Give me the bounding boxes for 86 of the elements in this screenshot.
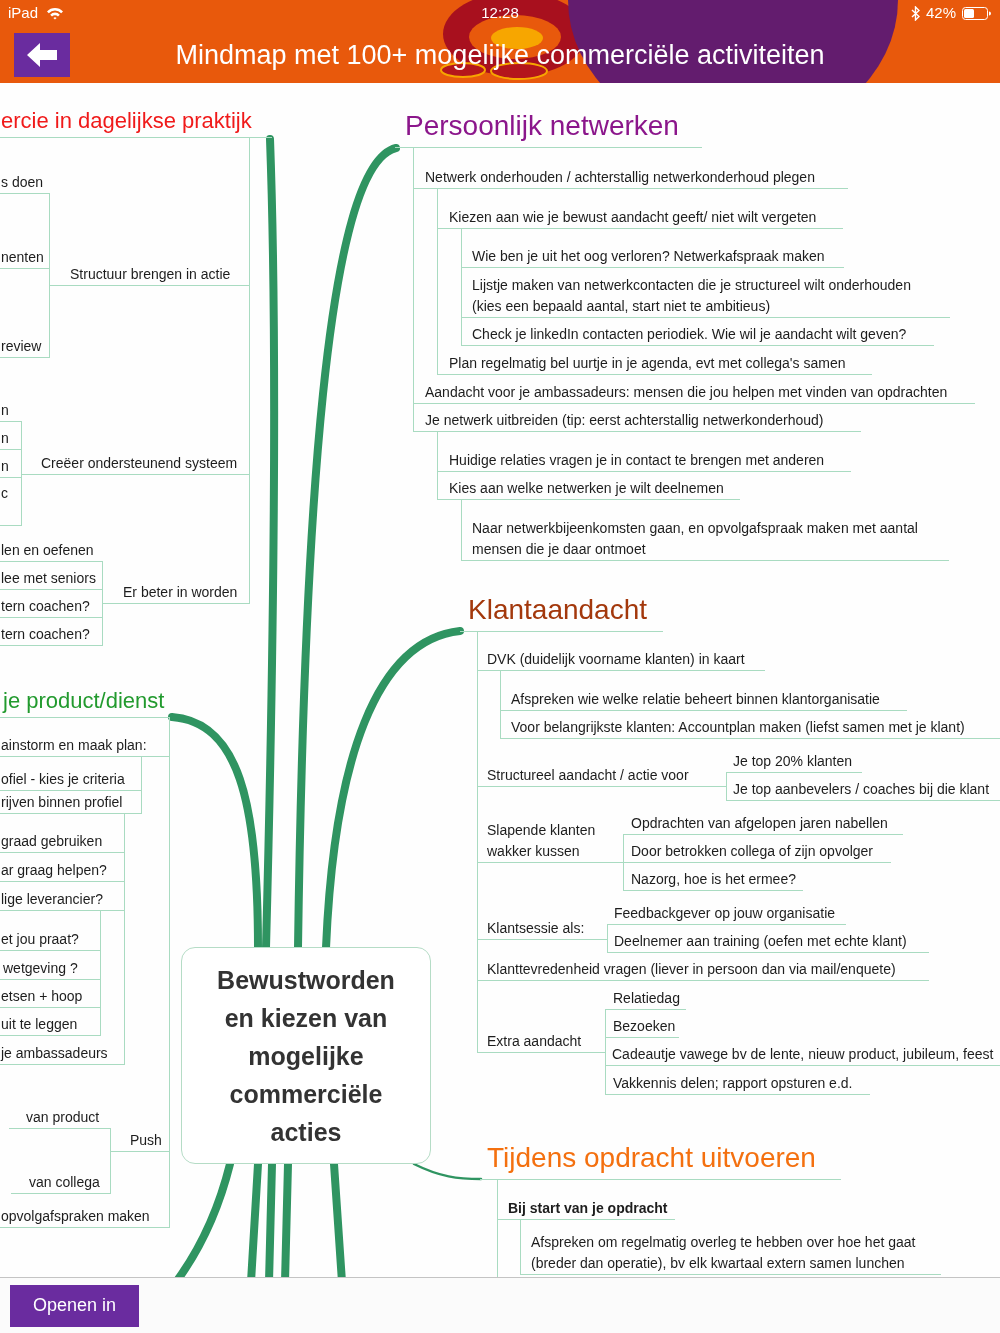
- topic-label: DVK (duidelijk voorname klanten) in kaart: [477, 649, 765, 671]
- topic-label: Lijstje maken van netwerkcontacten die je structureel wilt onderhouden (kies een bepaald aantal, start niet te ambitieus): [461, 275, 950, 318]
- branch-title: ercie in dagelijkse praktijk: [0, 107, 272, 138]
- branch-connector: [412, 1162, 483, 1181]
- topic-label: n: [0, 400, 22, 422]
- back-button[interactable]: [14, 32, 70, 77]
- topic-label: Naar netwerkbijeenkomsten gaan, en opvolgafspraak maken met aantal mensen die je daar ontmoet: [461, 518, 949, 561]
- topic-label: Netwerk onderhouden / achterstallig netwerkonderhoud plegen: [413, 167, 848, 189]
- topic-label: ofiel - kies je criteria: [0, 769, 142, 791]
- topic-label: rijven binnen profiel: [0, 792, 142, 814]
- branch-title: je product/dienst: [0, 687, 170, 718]
- topic-label: Er beter in worden: [103, 582, 250, 604]
- topic-label: Check je linkedIn contacten periodiek. Wie wil je aandacht wilt geven?: [461, 324, 934, 346]
- topic-label: n: [0, 428, 22, 450]
- topic-label: Relatiedag: [605, 988, 686, 1010]
- topic-label: Klanttevredenheid vragen (liever in persoon dan via mail/enquete): [477, 959, 929, 981]
- topic-label: Afspreken wie welke relatie beheert binnen klantorganisatie: [500, 689, 907, 711]
- topic-label: Bezoeken: [605, 1016, 679, 1038]
- topic-label: wetgeving ?: [0, 958, 101, 980]
- topic-label: Aandacht voor je ambassadeurs: mensen die jou helpen met vinden van opdrachten: [413, 382, 975, 404]
- connector-line: [110, 1128, 111, 1194]
- topic-label: van product: [9, 1107, 111, 1129]
- topic-label: Je top aanbevelers / coaches bij die klant: [726, 779, 1000, 801]
- topic-label: Structureel aandacht / actie voor: [477, 765, 726, 787]
- connector-line: [437, 431, 438, 500]
- bluetooth-icon: [910, 5, 920, 21]
- topic-label: etsen + hoop: [0, 986, 101, 1008]
- topic-label: Kiezen aan wie je bewust aandacht geeft/ niet wilt vergeten: [437, 207, 843, 229]
- topic-label: ainstorm en maak plan:: [0, 735, 170, 757]
- topic-label: Extra aandacht: [477, 1031, 605, 1053]
- topic-label: Deelnemer aan training (oefen met echte klant): [607, 931, 929, 953]
- topic-label: je ambassadeurs: [0, 1043, 125, 1065]
- topic-label: Afspreken om regelmatig overleg te hebben over hoe het gaat (breder dan operatie), bv elk kwartaal extern samen lunchen: [520, 1232, 941, 1275]
- topic-label: Huidige relaties vragen je in contact te brengen met anderen: [437, 450, 851, 472]
- device-name: iPad: [8, 4, 39, 22]
- topic-label: opvolgafspraken maken: [0, 1206, 170, 1228]
- topic-label: Door betrokken collega of zijn opvolger: [623, 841, 891, 863]
- topic-label: Je top 20% klanten: [726, 751, 862, 773]
- topic-label: s doen: [0, 172, 50, 194]
- connector-line: [461, 499, 462, 561]
- topic-label: lee met seniors: [0, 568, 103, 590]
- arrow-left-icon: [27, 42, 57, 67]
- branch-title: Persoonlijk netwerken: [395, 109, 702, 148]
- topic-label: lige leverancier?: [0, 889, 125, 911]
- topic-label: n: [0, 456, 22, 478]
- topic-label: Kies aan welke netwerken je wilt deelnemen: [437, 478, 740, 500]
- topic-label: Creëer ondersteunend systeem: [22, 453, 250, 475]
- battery-icon: [962, 6, 992, 20]
- topic-label: van collega: [11, 1172, 111, 1194]
- branch-title: Klantaandacht: [460, 593, 663, 632]
- topic-label: et jou praat?: [0, 929, 101, 951]
- central-topic: Bewustworden en kiezen van mogelijke commerciële acties: [181, 947, 431, 1164]
- topic-label: Plan regelmatig bel uurtje in je agenda, evt met collega's samen: [437, 353, 872, 375]
- connector-line: [607, 924, 608, 953]
- topic-label: Voor belangrijkste klanten: Accountplan maken (liefst samen met je klant): [500, 717, 1000, 739]
- topic-label: Slapende klanten wakker kussen: [477, 820, 623, 863]
- connector-line: [520, 1219, 521, 1275]
- open-in-button[interactable]: Openen in: [10, 1284, 139, 1327]
- topic-label: Push: [111, 1130, 170, 1152]
- topic-label: Opdrachten van afgelopen jaren nabellen: [623, 813, 903, 835]
- topic-label: Bij start van je opdracht: [497, 1198, 675, 1220]
- battery-percentage: 42%: [925, 4, 956, 22]
- topic-label: len en oefenen: [0, 540, 103, 562]
- topic-label: review: [0, 336, 50, 358]
- topic-label: Klantsessie als:: [477, 918, 607, 940]
- connector-line: [500, 670, 501, 739]
- branch-title: Tijdens opdracht uitvoeren: [480, 1141, 841, 1180]
- topic-label: Wie ben je uit het oog verloren? Netwerkafspraak maken: [461, 246, 844, 268]
- topic-label: c: [0, 483, 22, 526]
- topic-label: Je netwerk uitbreiden (tip: eerst achterstallig netwerkonderhoud): [413, 410, 861, 432]
- topic-label: tern coachen?: [0, 624, 103, 646]
- connector-line: [141, 756, 142, 814]
- topic-label: Nazorg, hoe is het ermee?: [623, 869, 803, 891]
- topic-label: nenten: [0, 247, 50, 269]
- topic-label: Cadeautje vawege bv de lente, nieuw product, jubileum, feest: [605, 1044, 1000, 1066]
- topic-label: Feedbackgever op jouw organisatie: [607, 903, 846, 925]
- connector-line: [623, 834, 624, 891]
- topic-label: tern coachen?: [0, 596, 103, 618]
- topic-label: uit te leggen: [0, 1014, 101, 1036]
- topic-label: graad gebruiken: [0, 831, 125, 853]
- wifi-icon: [46, 6, 65, 20]
- clock-time: 12:28: [481, 4, 519, 22]
- connector-line: [726, 772, 727, 801]
- topic-label: ar graag helpen?: [0, 860, 125, 882]
- topic-label: Vakkennis delen; rapport opsturen e.d.: [605, 1073, 870, 1095]
- topic-label: Structuur brengen in actie: [50, 264, 250, 286]
